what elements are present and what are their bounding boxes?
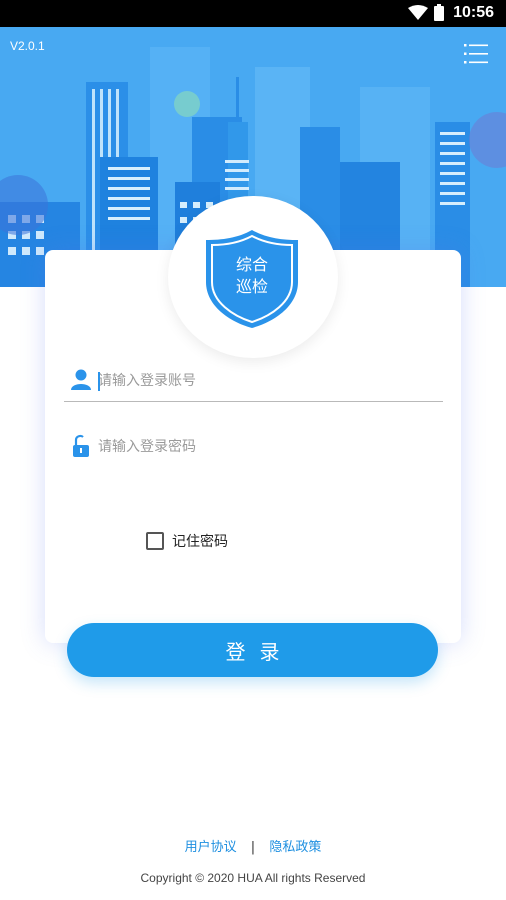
password-field[interactable] (64, 428, 443, 468)
user-icon (71, 369, 91, 390)
remember-password[interactable]: 记住密码 (146, 531, 228, 551)
status-icons (408, 4, 444, 21)
remember-label: 记住密码 (172, 534, 228, 550)
username-input[interactable] (98, 368, 428, 394)
unlock-icon (73, 434, 89, 457)
logo-text-line2: 巡检 (235, 277, 268, 296)
username-field[interactable] (64, 362, 443, 402)
link-separator: | (250, 840, 256, 855)
copyright-text: Copyright © 2020 HUA All rights Reserved (140, 871, 366, 885)
login-button[interactable]: 登录 (67, 623, 438, 677)
wifi-icon (408, 4, 428, 20)
text-cursor (98, 372, 100, 391)
user-agreement-link[interactable]: 用户协议 (185, 840, 237, 855)
privacy-policy-link[interactable]: 隐私政策 (269, 840, 321, 855)
logo-text-line1: 综合 (235, 255, 268, 274)
remember-checkbox[interactable] (146, 532, 164, 550)
battery-icon (434, 4, 444, 21)
status-time: 10:56 (453, 4, 494, 21)
password-input[interactable] (98, 434, 428, 460)
version-label: V2.0.1 (10, 39, 45, 53)
logo-text: 综合 巡检 (200, 254, 304, 298)
status-bar: 10:56 (0, 0, 506, 27)
list-menu-icon[interactable] (464, 43, 488, 65)
footer-links: 用户协议 | 隐私政策 (0, 836, 506, 855)
